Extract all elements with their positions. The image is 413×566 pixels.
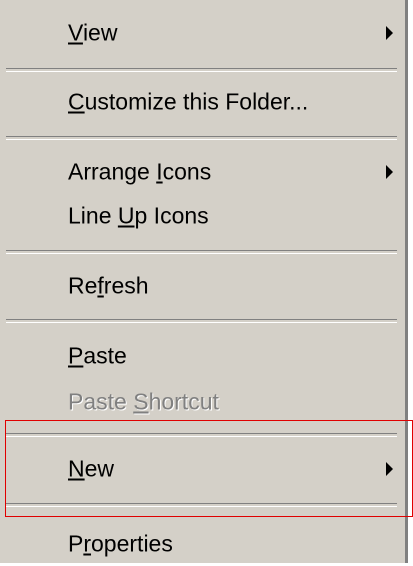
menu-item-refresh[interactable]: Refresh [0,264,405,308]
menu-separator [6,68,397,72]
menu-item-refresh-label: Refresh [68,272,149,299]
menu-item-paste-shortcut: Paste Shortcut [0,380,405,424]
menu-item-new-label: New [68,455,115,482]
menu-separator [6,503,397,507]
menu-item-line-up-icons[interactable]: Line Up Icons [0,194,405,238]
menu-item-view[interactable]: View [0,11,405,55]
context-menu: View Customize this Folder... Arrange Ic… [0,0,408,563]
submenu-arrow-icon [386,26,393,40]
menu-separator [6,319,397,323]
menu-item-view-label: View [68,19,118,46]
menu-separator [6,433,397,437]
menu-item-paste-shortcut-label: Paste Shortcut [68,388,219,415]
submenu-arrow-icon [386,462,393,476]
menu-item-line-up-icons-label: Line Up Icons [68,202,209,229]
submenu-arrow-icon [386,165,393,179]
menu-item-customize-folder[interactable]: Customize this Folder... [0,80,405,124]
menu-item-arrange-icons-label: Arrange Icons [68,158,212,185]
menu-separator [6,136,397,140]
menu-item-properties[interactable]: Properties [0,522,405,566]
menu-item-new[interactable]: New [0,447,405,491]
menu-item-paste-label: Paste [68,342,127,369]
menu-item-properties-label: Properties [68,530,173,557]
menu-item-customize-folder-label: Customize this Folder... [68,88,309,115]
menu-separator [6,250,397,254]
menu-item-arrange-icons[interactable]: Arrange Icons [0,150,405,194]
menu-item-paste[interactable]: Paste [0,334,405,378]
